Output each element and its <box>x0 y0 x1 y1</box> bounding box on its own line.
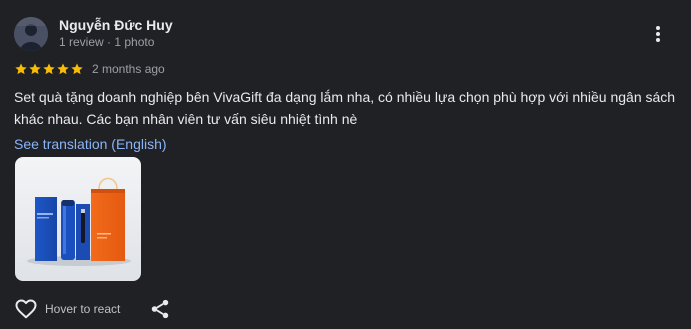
star-icon <box>29 63 41 75</box>
star-rating <box>14 62 84 76</box>
rating-row: 2 months ago <box>14 60 165 78</box>
gift-set-photo <box>15 157 141 281</box>
heart-icon <box>15 299 37 319</box>
star-icon <box>57 63 69 75</box>
see-translation-link[interactable]: See translation (English) <box>14 136 167 152</box>
react-button[interactable] <box>14 297 38 321</box>
avatar[interactable] <box>14 17 48 51</box>
react-label: Hover to react <box>45 302 121 316</box>
avatar-image <box>14 17 48 51</box>
review-text: Set quà tặng doanh nghiệp bên VivaGift đ… <box>14 89 676 127</box>
review-actions: Hover to react <box>14 297 120 321</box>
review-photo[interactable] <box>15 157 141 281</box>
more-vert-icon <box>656 26 660 42</box>
author-meta: 1 review · 1 photo <box>59 35 155 49</box>
star-icon <box>71 63 83 75</box>
author-name[interactable]: Nguyễn Đức Huy <box>59 17 173 33</box>
share-button[interactable] <box>149 298 171 320</box>
share-icon <box>151 299 169 319</box>
review-date: 2 months ago <box>92 62 165 76</box>
star-icon <box>15 63 27 75</box>
more-options-button[interactable] <box>646 22 670 46</box>
star-icon <box>43 63 55 75</box>
